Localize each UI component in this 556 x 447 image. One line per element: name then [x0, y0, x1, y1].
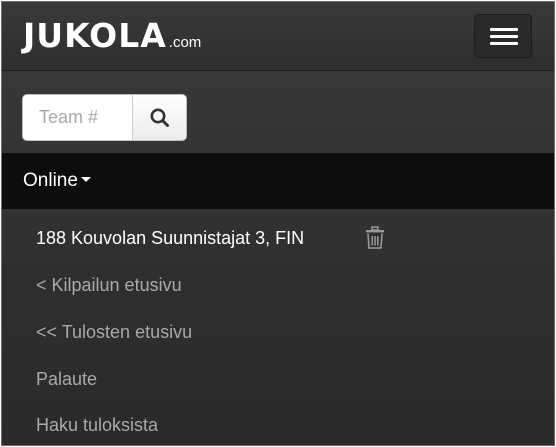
delete-team-button[interactable]: [365, 226, 385, 250]
hamburger-menu-icon-bar: [490, 42, 518, 45]
online-dropdown-toggle[interactable]: Online: [23, 170, 91, 192]
link-tulosten-etusivu[interactable]: << Tulosten etusivu: [36, 322, 192, 343]
team-item-label[interactable]: 188 Kouvolan Suunnistajat 3, FIN: [36, 228, 304, 249]
team-search-group: [22, 94, 187, 141]
logo-main-text: JUKOLA: [23, 16, 167, 55]
link-palaute[interactable]: Palaute: [36, 369, 97, 390]
link-haku-tuloksista[interactable]: Haku tuloksista: [36, 415, 158, 436]
link-kilpailun-etusivu[interactable]: < Kilpailun etusivu: [36, 275, 182, 296]
online-dropdown-bar: Online: [2, 153, 554, 209]
hamburger-menu-icon-bar: [490, 35, 518, 38]
trash-icon: [366, 226, 384, 249]
logo-suffix-text: .com: [168, 34, 202, 51]
search-icon: [150, 108, 169, 127]
hamburger-menu-button[interactable]: [474, 14, 532, 58]
caret-down-icon: [80, 176, 91, 182]
search-button[interactable]: [132, 95, 186, 140]
site-logo[interactable]: JUKOLA .com: [23, 18, 201, 54]
team-number-input[interactable]: [23, 95, 132, 140]
app-frame: JUKOLA.com Online 188 Kouvolan Suunnista…: [1, 1, 555, 446]
top-navbar: JUKOLA .com: [2, 2, 554, 71]
online-dropdown-label: Online: [23, 170, 78, 191]
hamburger-menu-icon: [490, 28, 518, 31]
